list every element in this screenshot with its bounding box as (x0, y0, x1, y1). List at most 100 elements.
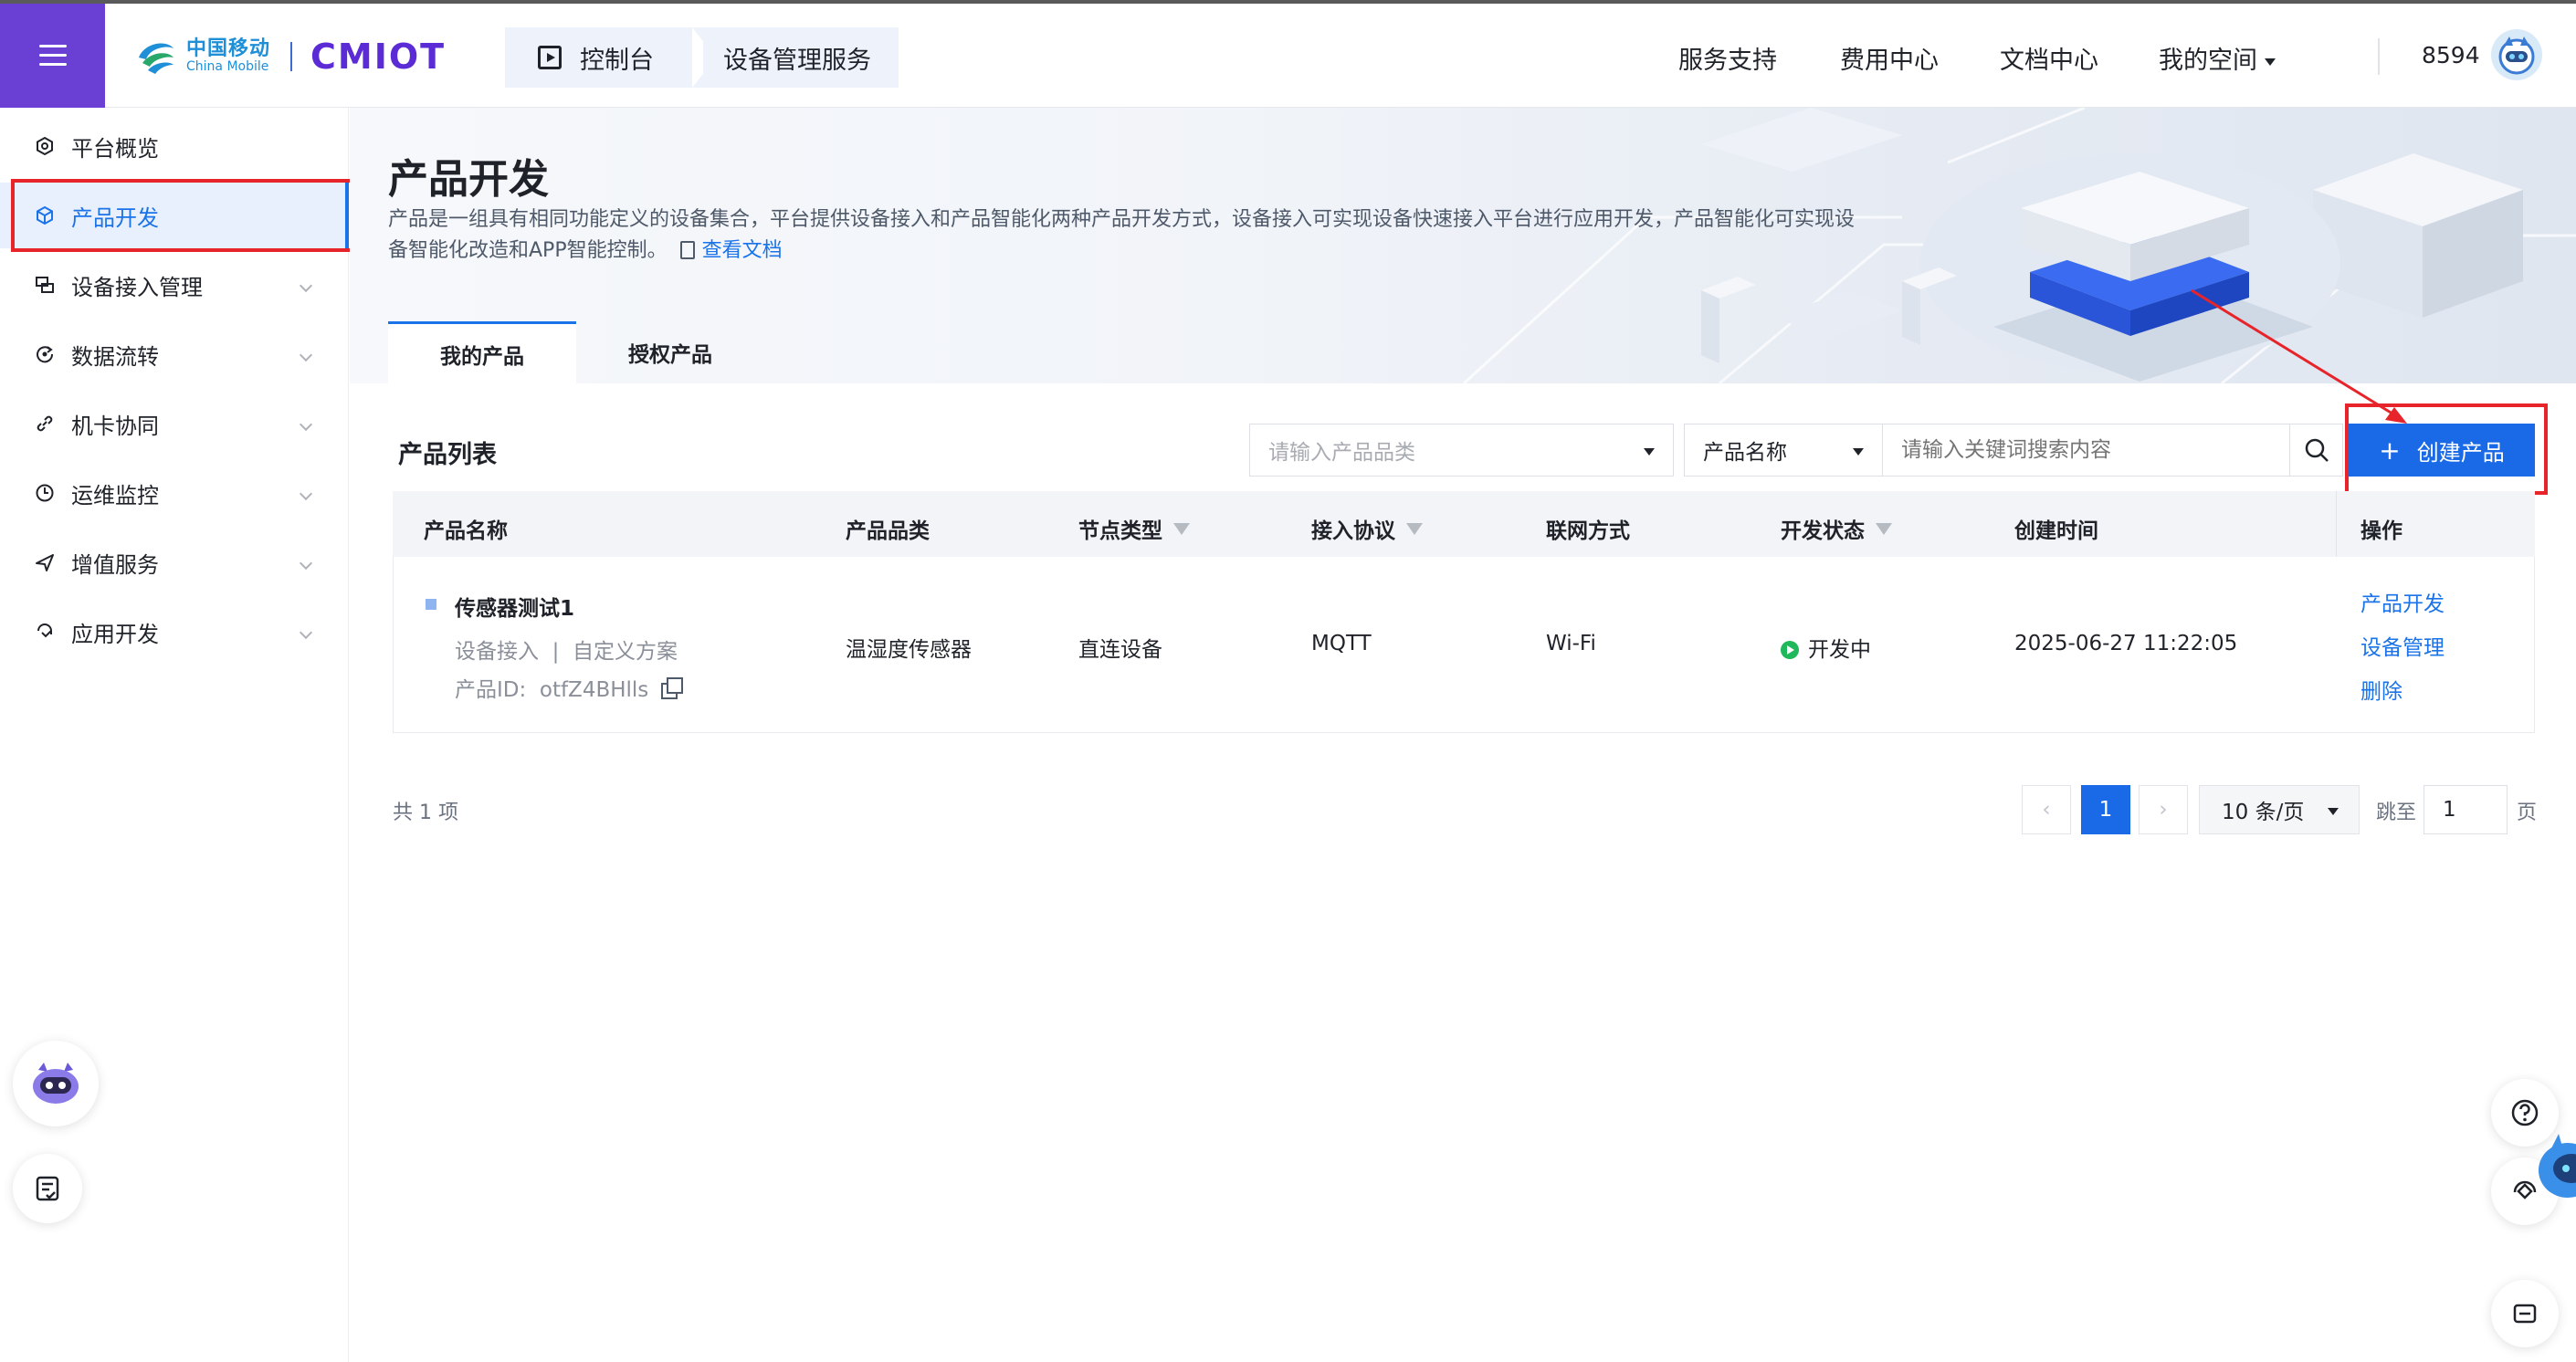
notes-button[interactable] (13, 1154, 82, 1223)
china-mobile-logo-icon (139, 43, 173, 74)
product-id-value: otfZ4BHlls (539, 678, 649, 702)
column-header-label: 开发状态 (1781, 519, 1865, 543)
sidebar: 平台概览 产品开发 设备接入管理 数据流转 机卡协同 运维监控 增值服务 应用开… (0, 108, 349, 1362)
sidebar-item-label: 数据流转 (71, 343, 159, 370)
tab-authorized-products[interactable]: 授权产品 (576, 321, 764, 383)
nav-my-space[interactable]: 我的空间 (2159, 40, 2276, 76)
search-button[interactable] (2290, 424, 2343, 477)
sidebar-item-app-dev[interactable]: 应用开发 (0, 599, 349, 665)
prev-page-button[interactable]: ‹ (2022, 785, 2071, 834)
avatar[interactable] (2491, 29, 2542, 80)
dev-status: 开发中 (1781, 632, 1871, 663)
column-header-status[interactable]: 开发状态 (1781, 513, 1892, 544)
filter-icon[interactable] (1173, 522, 1190, 535)
search-field-select-value: 产品名称 (1703, 441, 1787, 465)
product-tabs: 我的产品 授权产品 (388, 321, 764, 383)
action-delete-link[interactable]: 删除 (2360, 674, 2403, 705)
column-header-actions: 操作 (2360, 513, 2403, 544)
caret-down-icon (2328, 808, 2339, 815)
nav-service-support[interactable]: 服务支持 (1678, 40, 1777, 76)
jump-page-input[interactable] (2424, 785, 2508, 834)
product-category: 温湿度传感器 (846, 638, 972, 662)
notes-icon (36, 1176, 59, 1201)
nav-my-space-label: 我的空间 (2159, 47, 2257, 75)
nav-divider (2378, 38, 2380, 75)
chevron-right-icon: › (2159, 798, 2168, 822)
next-page-button[interactable]: › (2139, 785, 2188, 834)
copy-icon[interactable] (661, 677, 684, 699)
product-name[interactable]: 传感器测试1 (455, 591, 574, 622)
action-product-dev-link[interactable]: 产品开发 (2360, 586, 2445, 617)
column-header-label: 接入协议 (1311, 519, 1395, 543)
page-description: 产品是一组具有相同功能定义的设备集合，平台提供设备接入和产品智能化两种产品开发方… (388, 204, 1904, 267)
chevron-down-icon (299, 487, 313, 501)
ai-assistant-button[interactable] (13, 1041, 99, 1126)
keyword-search-input[interactable] (1883, 424, 2290, 477)
device-access-icon (33, 273, 57, 297)
card-link-icon (33, 412, 57, 435)
filter-icon[interactable] (1876, 522, 1892, 535)
action-device-manage-link[interactable]: 设备管理 (2360, 630, 2445, 661)
product-type-icon (426, 599, 436, 610)
product-id-label: 产品ID: (455, 678, 527, 702)
column-divider (2336, 491, 2337, 557)
logo-text-en: China Mobile (186, 59, 269, 75)
user-id[interactable]: 8594 (2422, 42, 2480, 68)
breadcrumb-console-label: 控制台 (580, 46, 654, 75)
category-select[interactable]: 请输入产品品类 (1249, 424, 1674, 477)
page-title: 产品开发 (388, 156, 549, 203)
chevron-down-icon (299, 278, 313, 293)
column-header-label: 产品品类 (846, 519, 930, 543)
menu-button[interactable] (0, 4, 105, 108)
product-access-type: 设备接入 (455, 640, 539, 664)
status-badge: 开发中 (1808, 638, 1871, 662)
product-scheme: 自定义方案 (573, 640, 678, 664)
column-header-label: 操作 (2360, 519, 2403, 543)
logo[interactable]: 中国移动 China Mobile CMIOT (135, 31, 446, 82)
top-bar: 中国移动 China Mobile CMIOT 控制台 设备管理服务 服务支持 … (0, 0, 2576, 108)
column-header-node-type[interactable]: 节点类型 (1078, 513, 1190, 544)
console-icon (538, 46, 562, 69)
value-added-icon (33, 550, 57, 574)
mascot-robot-icon[interactable] (2531, 1125, 2576, 1216)
sidebar-item-monitor[interactable]: 运维监控 (0, 460, 349, 526)
chevron-down-icon (299, 625, 313, 640)
column-header-label: 节点类型 (1078, 519, 1162, 543)
data-flow-icon (33, 342, 57, 366)
search-field-select[interactable]: 产品名称 (1684, 424, 1883, 477)
tab-my-products[interactable]: 我的产品 (388, 321, 576, 383)
sidebar-item-label: 运维监控 (71, 482, 159, 508)
product-meta: 设备接入 | 自定义方案 (455, 634, 678, 665)
sidebar-item-data-flow[interactable]: 数据流转 (0, 321, 349, 387)
column-header-protocol[interactable]: 接入协议 (1311, 513, 1423, 544)
monitor-icon (33, 481, 57, 505)
sidebar-item-value-added[interactable]: 增值服务 (0, 529, 349, 595)
breadcrumb-console[interactable]: 控制台 (505, 27, 692, 88)
page-description-line1: 产品是一组具有相同功能定义的设备集合，平台提供设备接入和产品智能化两种产品开发方… (388, 208, 1856, 231)
column-header-label: 联网方式 (1546, 519, 1630, 543)
nav-billing-center[interactable]: 费用中心 (1840, 40, 1939, 76)
page-number-button[interactable]: 1 (2081, 785, 2130, 834)
nav-doc-center[interactable]: 文档中心 (2000, 40, 2098, 76)
node-type: 直连设备 (1078, 638, 1162, 662)
column-header-category: 产品品类 (846, 513, 930, 544)
sidebar-item-card-link[interactable]: 机卡协同 (0, 391, 349, 456)
page-size-value: 10 条/页 (2222, 801, 2305, 824)
brand-logo: CMIOT (310, 37, 447, 77)
chevron-left-icon: ‹ (2042, 798, 2051, 822)
filter-icon[interactable] (1406, 522, 1423, 535)
sidebar-item-overview[interactable]: 平台概览 (0, 113, 349, 179)
view-docs-link[interactable]: 查看文档 (702, 239, 783, 262)
total-count: 共 1 项 (393, 801, 458, 824)
caret-down-icon (2265, 58, 2276, 66)
search-icon (2305, 438, 2329, 462)
caret-down-icon (1644, 448, 1655, 456)
page-unit-label: 页 (2517, 801, 2538, 824)
collapse-button[interactable] (2491, 1280, 2559, 1347)
jump-label: 跳至 (2376, 801, 2417, 824)
breadcrumb-device-service[interactable]: 设备管理服务 (703, 27, 899, 88)
sidebar-item-device-access[interactable]: 设备接入管理 (0, 252, 349, 318)
page-size-select[interactable]: 10 条/页 (2199, 785, 2360, 834)
overview-icon (33, 134, 57, 158)
robot-icon (33, 1063, 79, 1104)
